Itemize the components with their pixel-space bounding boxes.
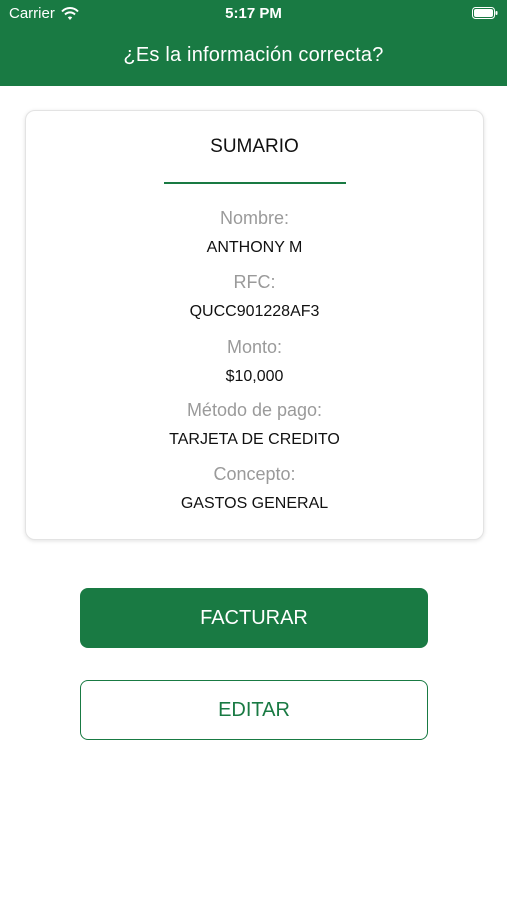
payment-method-value: TARJETA DE CREDITO bbox=[169, 431, 340, 448]
app-header: Carrier 5:17 PM ¿Es la información corre… bbox=[0, 0, 507, 86]
summary-title: SUMARIO bbox=[210, 136, 299, 157]
rfc-label: RFC: bbox=[233, 272, 276, 292]
status-bar: Carrier 5:17 PM bbox=[0, 0, 507, 28]
amount-value: $10,000 bbox=[225, 368, 284, 385]
page-title: ¿Es la información correcta? bbox=[123, 44, 384, 66]
concept-value: GASTOS GENERAL bbox=[180, 495, 329, 512]
amount-label: Monto: bbox=[226, 337, 283, 357]
concept-label: Concepto: bbox=[213, 464, 296, 484]
invoice-button[interactable]: FACTURAR bbox=[80, 588, 428, 648]
name-value: ANTHONY M bbox=[206, 239, 303, 256]
payment-method-label: Método de pago: bbox=[186, 400, 323, 420]
rfc-value: QUCC901228AF3 bbox=[189, 303, 320, 320]
battery-icon bbox=[472, 6, 498, 19]
summary-card: SUMARIO Nombre: ANTHONY M RFC: QUCC90122… bbox=[25, 110, 484, 540]
status-time: 5:17 PM bbox=[225, 5, 282, 22]
edit-button[interactable]: EDITAR bbox=[80, 680, 428, 740]
name-label: Nombre: bbox=[219, 208, 290, 228]
summary-divider bbox=[164, 182, 346, 184]
